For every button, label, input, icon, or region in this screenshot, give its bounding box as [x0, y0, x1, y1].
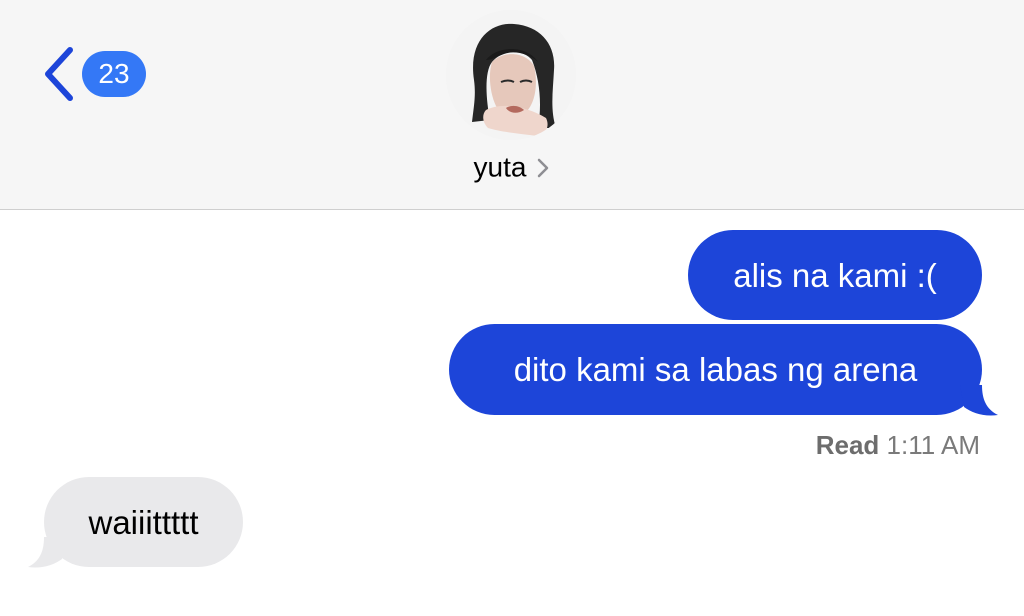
contact-name-button[interactable]: yuta [0, 150, 1024, 184]
read-receipt-time: 1:11 AM [886, 430, 980, 460]
contact-name: yuta [473, 151, 527, 183]
message-bubble-sent[interactable]: dito kami sa labas ng arena [449, 324, 982, 415]
message-bubble-sent[interactable]: alis na kami :( [688, 230, 982, 320]
read-receipt: Read 1:11 AM [816, 430, 980, 461]
received-bubble-tail [28, 537, 66, 568]
sent-bubble-tail [960, 385, 998, 416]
message-bubble-received[interactable]: waiiittttt [44, 477, 243, 567]
conversation-header: 23 yuta [0, 0, 1024, 210]
back-button[interactable]: 23 [38, 44, 146, 104]
chevron-left-icon [45, 47, 73, 101]
contact-photo [446, 10, 576, 140]
avatar[interactable] [446, 10, 576, 140]
read-receipt-label: Read [815, 430, 880, 460]
unread-count-badge: 23 [82, 51, 146, 97]
chevron-right-icon [538, 158, 549, 177]
